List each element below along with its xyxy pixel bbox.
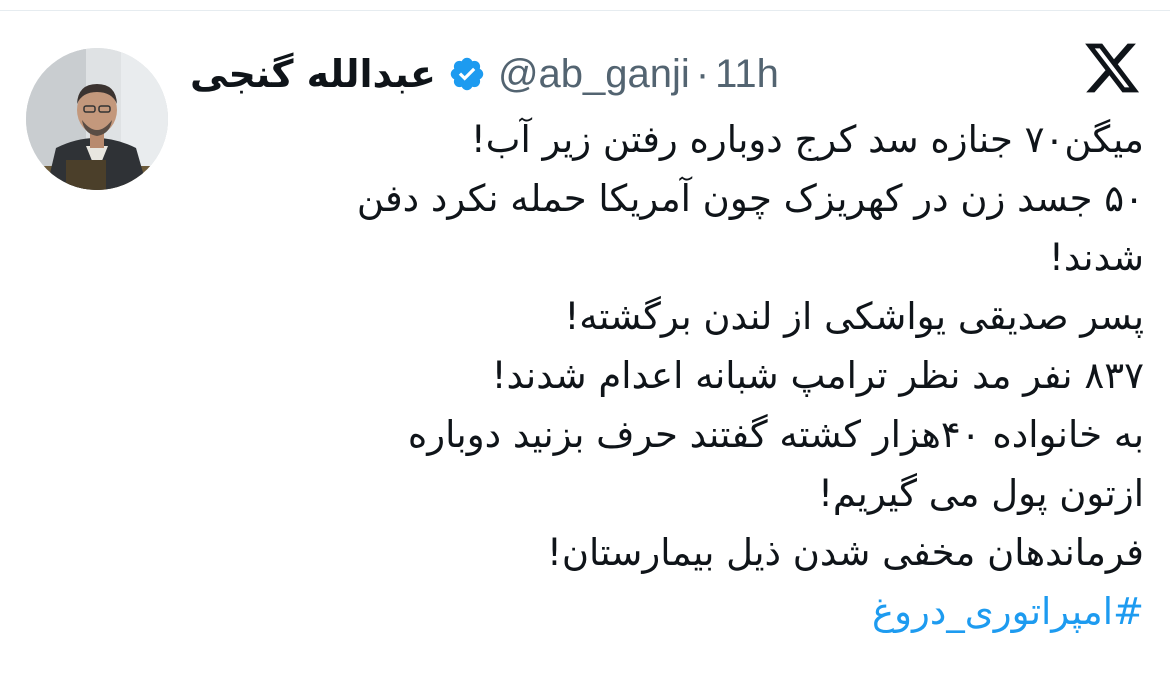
avatar[interactable] xyxy=(26,48,168,190)
tweet-header: عبدالله گنجی @ab_ganji · 11h xyxy=(190,42,779,106)
tweet-text: میگن۷۰ جنازه سد کرج دوباره رفتن زیر آب! … xyxy=(194,110,1144,641)
tweet-line: به خانواده ۴۰هزار کشته گفتند حرف بزنید د… xyxy=(407,413,1144,456)
hashtag-link[interactable]: #امپراتوری_دروغ xyxy=(194,582,1144,641)
timestamp[interactable]: 11h xyxy=(715,52,779,97)
divider xyxy=(0,10,1170,11)
tweet-line: پسر صدیقی یواشکی از لندن برگشته! xyxy=(564,295,1144,338)
tweet-line: ۵۰ جسد زن در کهریزک چون آمریکا حمله نکرد… xyxy=(356,177,1144,220)
tweet-line: ۸۳۷ نفر مد نظر ترامپ شبانه اعدام شدند! xyxy=(491,354,1144,397)
separator-dot: · xyxy=(695,51,710,96)
tweet-card: عبدالله گنجی @ab_ganji · 11h میگن۷۰ جناز… xyxy=(0,0,1170,676)
tweet-line: ازتون پول می گیریم! xyxy=(818,472,1144,515)
display-name[interactable]: عبدالله گنجی xyxy=(190,52,436,96)
verified-badge-icon xyxy=(450,57,484,91)
tweet-line: شدند! xyxy=(1049,236,1144,279)
tweet-line: فرماندهان مخفی شدن ذیل بیمارستان! xyxy=(546,531,1144,574)
tweet-line: میگن۷۰ جنازه سد کرج دوباره رفتن زیر آب! xyxy=(470,118,1144,161)
x-logo-icon[interactable] xyxy=(1082,38,1142,98)
avatar-photo xyxy=(26,48,168,190)
handle[interactable]: @ab_ganji xyxy=(498,52,690,97)
